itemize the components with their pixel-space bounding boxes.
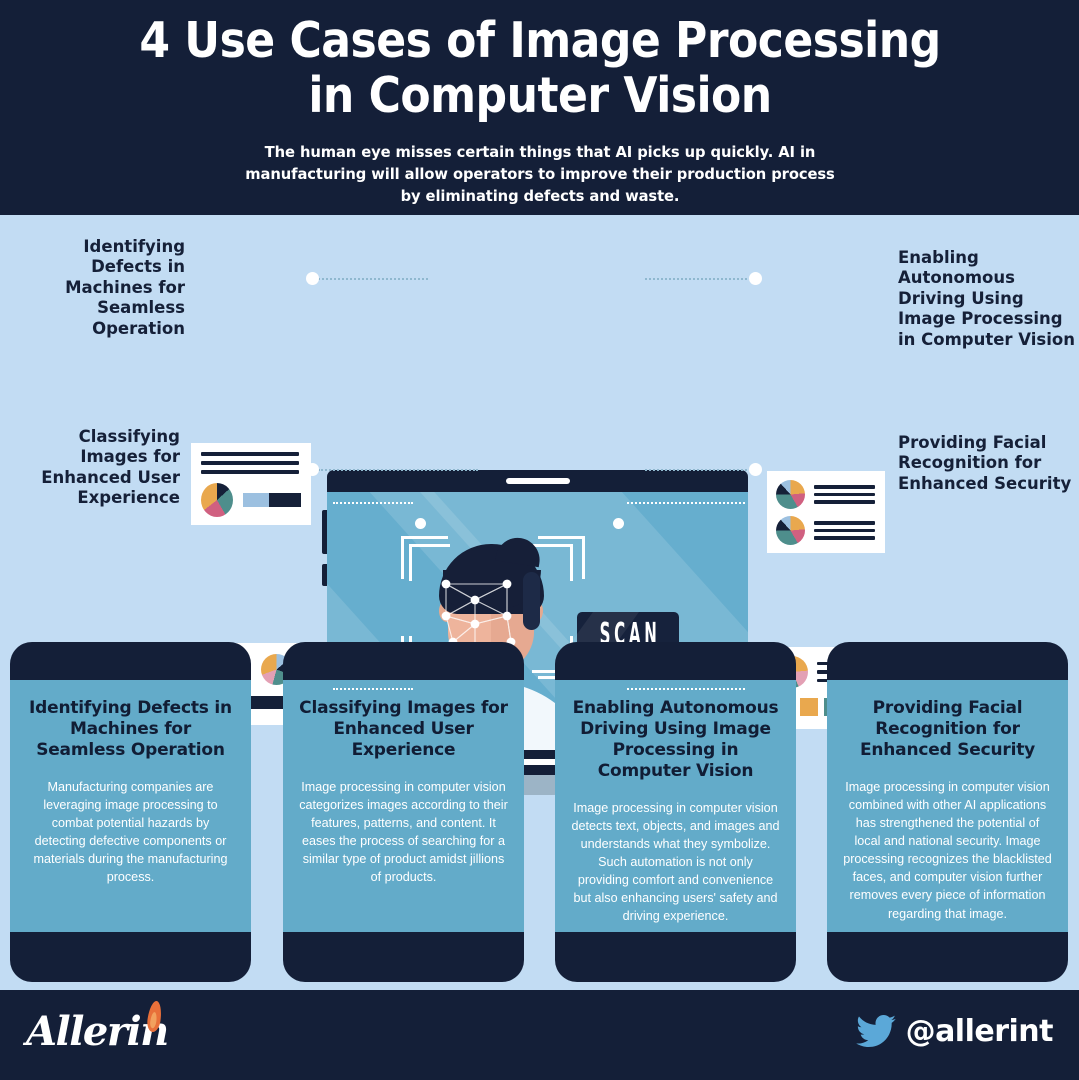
text-line-icon bbox=[201, 452, 299, 456]
use-case-card-list: Identifying Defects in Machines for Seam… bbox=[0, 610, 1079, 985]
progress-bar-track bbox=[243, 493, 269, 507]
connector-dot bbox=[306, 272, 319, 285]
progress-bar-fill bbox=[269, 493, 301, 507]
twitter-handle-label[interactable]: @allerint bbox=[906, 1014, 1054, 1049]
screen-guide-dot bbox=[613, 518, 624, 529]
use-case-card-text: Image processing in computer vision cate… bbox=[299, 779, 508, 885]
use-case-card[interactable]: Identifying Defects in Machines for Seam… bbox=[10, 642, 251, 982]
connector-dot bbox=[749, 463, 762, 476]
use-case-card[interactable]: Classifying Images for Enhanced User Exp… bbox=[283, 642, 524, 982]
title-line-2: in Computer Vision bbox=[307, 66, 772, 124]
use-case-card-title: Providing Facial Recognition for Enhance… bbox=[859, 698, 1036, 760]
hero-label-autonomous-driving: Enabling Autonomous Driving Using Image … bbox=[898, 248, 1075, 349]
footer-bar: Allerin @allerint bbox=[0, 990, 1079, 1080]
use-case-card[interactable]: Enabling Autonomous Driving Using Image … bbox=[555, 642, 796, 982]
use-case-card-title: Enabling Autonomous Driving Using Image … bbox=[572, 698, 779, 781]
twitter-handle-group[interactable]: @allerint bbox=[855, 1014, 1054, 1049]
connector-dashed-line bbox=[645, 278, 751, 280]
pie-chart-icon bbox=[776, 516, 805, 545]
text-line-icon bbox=[814, 521, 875, 525]
text-line-icon bbox=[201, 461, 299, 465]
screen-dashed-guide bbox=[333, 688, 413, 690]
brand-logo[interactable]: Allerin bbox=[26, 1008, 169, 1055]
hero-label-classifying-images: Classifying Images for Enhanced User Exp… bbox=[41, 427, 180, 508]
icon-card-two-pies-lines bbox=[767, 471, 885, 553]
use-case-card-text: Image processing in computer vision dete… bbox=[571, 800, 780, 924]
twitter-bird-icon[interactable] bbox=[855, 1015, 896, 1048]
pie-chart-icon bbox=[776, 480, 805, 509]
text-line-icon bbox=[814, 536, 875, 540]
use-case-card-title: Identifying Defects in Machines for Seam… bbox=[29, 698, 232, 760]
infographic-page: 4 Use Cases of Image Processing in Compu… bbox=[0, 0, 1079, 1080]
header-subtitle: The human eye misses certain things that… bbox=[244, 142, 835, 205]
hero-label-identifying-defects: Identifying Defects in Machines for Seam… bbox=[65, 237, 185, 338]
use-case-card-text: Image processing in computer vision comb… bbox=[843, 779, 1052, 921]
use-case-card-body: Enabling Autonomous Driving Using Image … bbox=[555, 680, 796, 932]
flame-inner-icon bbox=[149, 1011, 158, 1029]
icon-card-lines-pie-bar bbox=[191, 443, 311, 525]
title-line-1: 4 Use Cases of Image Processing bbox=[138, 12, 941, 69]
use-case-card-text: Manufacturing companies are leveraging i… bbox=[33, 779, 228, 885]
use-case-card-body: Providing Facial Recognition for Enhance… bbox=[827, 680, 1068, 932]
use-case-card-body: Identifying Defects in Machines for Seam… bbox=[10, 680, 251, 932]
connector-dashed-line bbox=[318, 278, 428, 280]
use-case-card[interactable]: Providing Facial Recognition for Enhance… bbox=[827, 642, 1068, 982]
screen-guide-dot bbox=[415, 518, 426, 529]
text-line-icon bbox=[814, 485, 875, 489]
connector-dashed-line bbox=[318, 469, 478, 471]
screen-dashed-guide bbox=[627, 688, 745, 690]
text-line-icon bbox=[814, 500, 875, 504]
connector-dot bbox=[749, 272, 762, 285]
use-case-card-body: Classifying Images for Enhanced User Exp… bbox=[283, 680, 524, 932]
hero-section: Identifying Defects in Machines for Seam… bbox=[0, 215, 1079, 795]
screen-dashed-guide bbox=[333, 502, 413, 504]
connector-dot bbox=[306, 463, 319, 476]
connector-dashed-line bbox=[645, 469, 751, 471]
page-title: 4 Use Cases of Image Processing in Compu… bbox=[108, 12, 972, 124]
text-line-icon bbox=[814, 492, 875, 497]
laptop-top-bezel bbox=[327, 470, 748, 492]
hero-label-facial-recognition: Providing Facial Recognition for Enhance… bbox=[898, 433, 1072, 493]
use-case-card-title: Classifying Images for Enhanced User Exp… bbox=[299, 698, 508, 760]
screen-dashed-guide bbox=[627, 502, 745, 504]
pie-chart-icon bbox=[201, 483, 233, 517]
text-line-icon bbox=[814, 528, 875, 533]
text-line-icon bbox=[201, 470, 299, 474]
laptop-camera-bar bbox=[505, 478, 570, 484]
header-banner: 4 Use Cases of Image Processing in Compu… bbox=[0, 0, 1079, 215]
